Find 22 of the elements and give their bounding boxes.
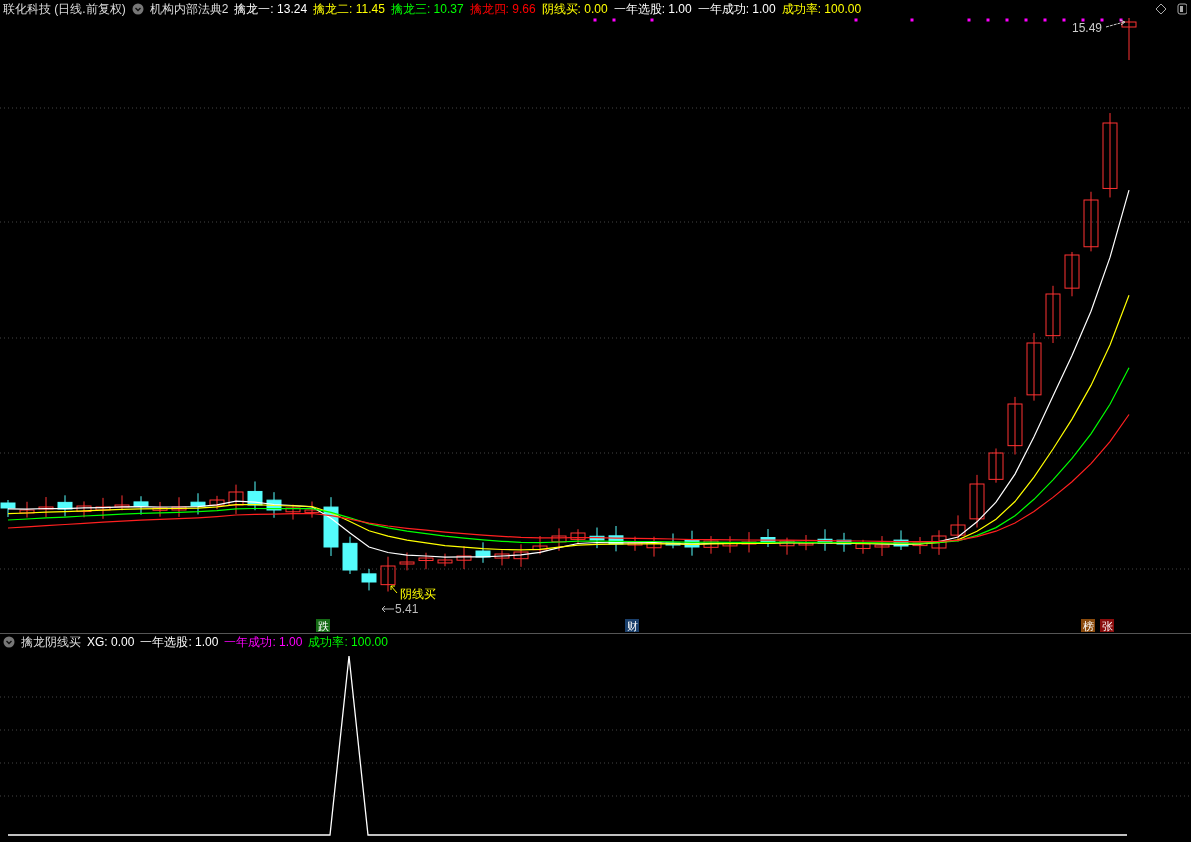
event-tag[interactable]: 张 [1100, 619, 1114, 632]
indicator-value: 一年成功: 1.00 [697, 0, 776, 18]
indicator-value: 擒龙四: 9.66 [469, 0, 536, 18]
indicator-name[interactable]: 机构内部法典2 [149, 0, 229, 18]
event-tag[interactable]: 榜 [1081, 619, 1095, 632]
indicator-value: 一年选股: 1.00 [613, 0, 692, 18]
indicator-value: 擒龙三: 10.37 [390, 0, 464, 18]
indicator-value: 一年选股: 1.00 [140, 633, 219, 651]
indicator-value: 擒龙二: 11.45 [313, 0, 385, 18]
indicator-value: 成功率: 100.00 [308, 633, 388, 651]
indicator-value: 成功率: 100.00 [781, 0, 862, 18]
stock-title: 联化科技 (日线.前复权) [3, 0, 126, 18]
event-tag[interactable]: 跌 [316, 619, 330, 632]
indicator-value: 阴线买: 0.00 [541, 0, 608, 18]
low-price-label: 5.41 [395, 602, 419, 616]
indicator-value: 一年成功: 1.00 [224, 633, 303, 651]
indicator-value: XG: 0.00 [87, 635, 135, 649]
high-price-label: 15.49 [1072, 21, 1103, 35]
indicator-value: 擒龙一: 13.24 [234, 0, 308, 18]
indicator-name[interactable]: 擒龙阴线买 [21, 633, 81, 651]
event-tag[interactable]: 财 [625, 619, 639, 632]
signal-label: 阴线买 [400, 587, 436, 601]
